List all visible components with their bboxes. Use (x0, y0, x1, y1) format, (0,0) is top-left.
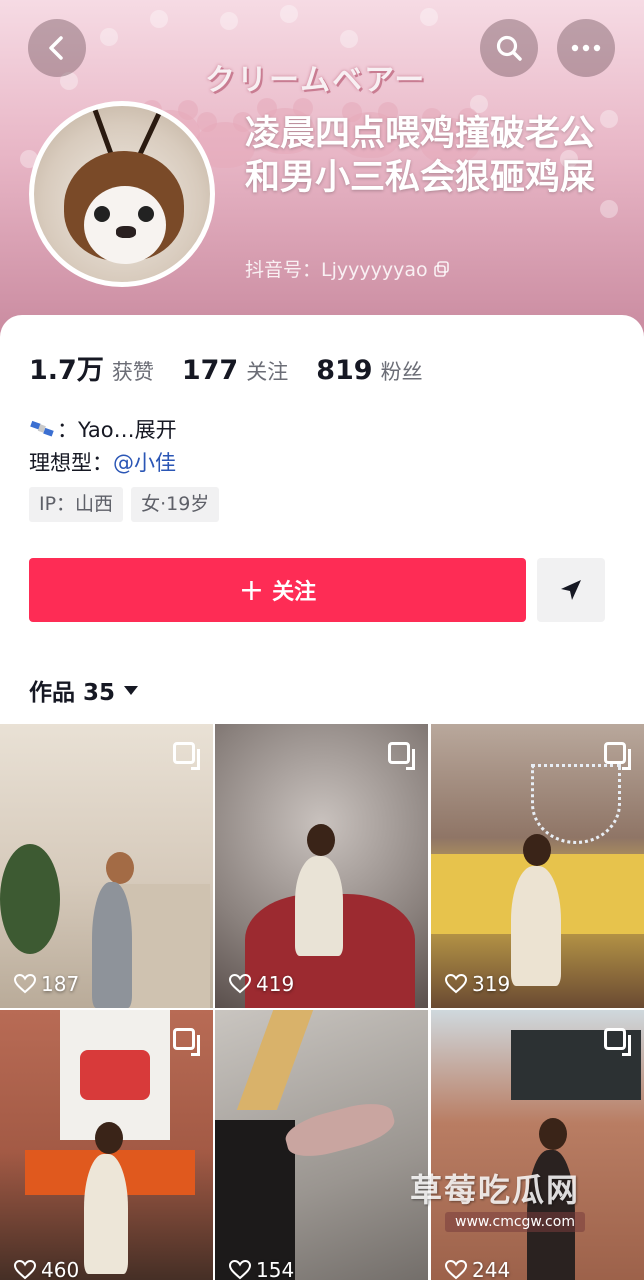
bio-text: 理想型： (29, 451, 113, 475)
avatar-eye (94, 206, 110, 222)
like-count-text: 187 (41, 972, 80, 996)
avatar-face (84, 186, 166, 264)
multi-image-icon (604, 1028, 631, 1056)
bio-text: ：Yao (57, 418, 114, 442)
gender-age-tag: 女·19岁 (131, 487, 220, 522)
like-count: 419 (229, 972, 294, 996)
stat-value: 177 (181, 355, 239, 386)
satellite-icon (30, 420, 54, 437)
heart-icon (445, 1260, 467, 1280)
send-message-button[interactable] (537, 558, 605, 622)
search-button[interactable] (480, 19, 538, 77)
works-tab[interactable]: 作品 35 (29, 673, 139, 707)
works-tab-label: 作品 35 (29, 680, 116, 706)
video-tile[interactable]: 319 (431, 724, 644, 1008)
stairs-decoration (120, 884, 210, 1008)
multi-image-icon (173, 1028, 200, 1056)
video-tile[interactable]: 460 (0, 1010, 213, 1280)
copy-icon[interactable] (433, 260, 450, 277)
like-count-text: 419 (256, 972, 295, 996)
heart-icon (229, 974, 251, 994)
coat-decoration (215, 1120, 295, 1280)
douyin-id-text: 抖音号：Ljyyyyyyao (245, 259, 428, 281)
header-brand-text: クリームベアー (205, 63, 427, 98)
plant-decoration (0, 844, 60, 954)
road-line-decoration (236, 1010, 314, 1110)
more-button[interactable] (557, 19, 615, 77)
video-tile[interactable]: 419 (215, 724, 428, 1008)
profile-nickname: 凌晨四点喂鸡撞破老公和男小三私会狠砸鸡屎 (245, 114, 596, 198)
video-tile[interactable]: 154 (215, 1010, 428, 1280)
multi-image-icon (173, 742, 200, 770)
person-head (523, 834, 551, 866)
person-head (539, 1118, 567, 1150)
shoe-decoration (281, 1096, 399, 1164)
like-count: 244 (445, 1258, 510, 1280)
person-figure (511, 866, 561, 986)
follow-button[interactable]: + 关注 (29, 558, 526, 622)
like-count-text: 244 (472, 1258, 511, 1280)
like-count-text: 154 (256, 1258, 295, 1280)
person-figure (84, 1154, 128, 1274)
person-head (95, 1122, 123, 1154)
send-icon (561, 580, 581, 600)
watermark-text: 草莓吃瓜网 (410, 1171, 581, 1209)
like-count-text: 460 (41, 1258, 80, 1280)
like-count: 460 (14, 1258, 79, 1280)
person-head (307, 824, 335, 856)
person-head (106, 852, 134, 884)
multi-image-icon (388, 742, 415, 770)
follow-label: 关注 (272, 580, 317, 605)
like-count: 187 (14, 972, 79, 996)
stat-label: 关注 (246, 360, 289, 384)
profile-tags: IP：山西 女·19岁 (29, 487, 220, 522)
avatar-nose (116, 226, 136, 238)
cake-decoration (80, 1050, 150, 1100)
stat-followers[interactable]: 819 粉丝 (316, 355, 422, 386)
more-dots-icon (571, 44, 601, 52)
douyin-id[interactable]: 抖音号：Ljyyyyyyao (245, 255, 450, 282)
stat-likes[interactable]: 1.7万 获赞 (29, 348, 154, 387)
multi-image-icon (604, 742, 631, 770)
stat-following[interactable]: 177 关注 (182, 355, 288, 386)
heart-icon (14, 1260, 36, 1280)
watermark-url: www.cmcgw.com (445, 1212, 585, 1232)
bio-line-2: 理想型： @小佳 (29, 447, 176, 477)
heart-icon (229, 1260, 251, 1280)
like-count-text: 319 (472, 972, 511, 996)
stat-label: 获赞 (111, 360, 154, 384)
heart-icon (445, 974, 467, 994)
avatar[interactable] (29, 101, 215, 287)
like-count: 154 (229, 1258, 294, 1280)
chevron-left-icon (49, 36, 63, 60)
video-tile[interactable]: 244 (431, 1010, 644, 1280)
expand-link[interactable]: …展开 (114, 414, 177, 444)
stat-value: 819 (316, 355, 373, 386)
bio-line-1[interactable]: ：Yao …展开 (29, 414, 177, 444)
person-figure (92, 882, 132, 1008)
heart-icon (14, 974, 36, 994)
stat-value: 1.7万 (29, 355, 104, 386)
plus-icon: + (238, 572, 265, 608)
caret-down-icon (124, 686, 139, 695)
person-figure (295, 856, 343, 956)
back-button[interactable] (28, 19, 86, 77)
video-tile[interactable]: 187 (0, 724, 213, 1008)
stats-row: 1.7万 获赞 177 关注 819 粉丝 (29, 348, 451, 387)
search-icon (496, 35, 522, 61)
avatar-eye (138, 206, 154, 222)
stat-label: 粉丝 (380, 360, 423, 384)
necklace-decoration (531, 764, 621, 844)
ip-location-tag: IP：山西 (29, 487, 124, 522)
like-count: 319 (445, 972, 510, 996)
mention-link[interactable]: @小佳 (113, 447, 176, 477)
